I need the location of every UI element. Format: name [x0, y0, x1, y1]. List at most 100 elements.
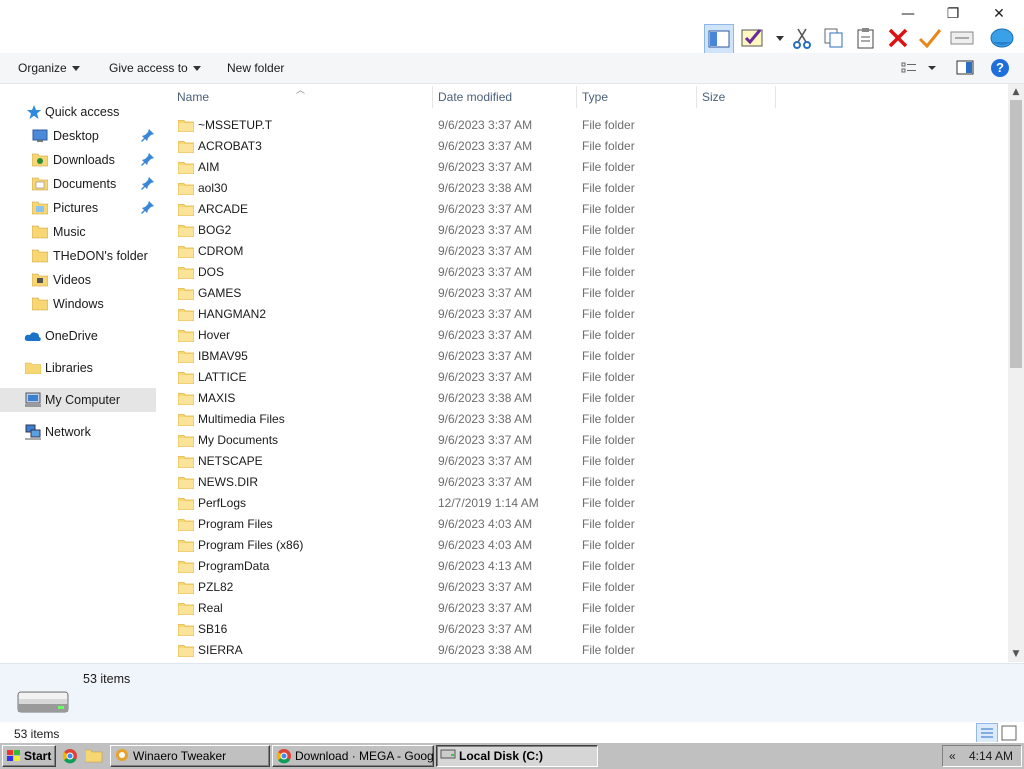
- nav-item-thedon-s-folder[interactable]: THeDON's folder: [0, 244, 156, 268]
- file-row[interactable]: My Documents 9/6/2023 3:37 AM File folder: [158, 430, 998, 451]
- nav-quick-access[interactable]: Quick access: [0, 100, 156, 124]
- file-row[interactable]: aol30 9/6/2023 3:38 AM File folder: [158, 178, 998, 199]
- maximize-button[interactable]: ❐: [941, 4, 965, 24]
- column-type[interactable]: Type: [582, 90, 608, 104]
- column-name[interactable]: Name: [177, 90, 209, 104]
- cut-icon[interactable]: [788, 24, 816, 52]
- pin-icon[interactable]: [141, 200, 155, 214]
- copy-icon[interactable]: [820, 24, 848, 52]
- taskbar-button[interactable]: Winaero Tweaker: [110, 745, 270, 767]
- scroll-down-icon[interactable]: ▼: [1011, 649, 1021, 659]
- nav-network[interactable]: Network: [0, 420, 156, 444]
- file-row[interactable]: LATTICE 9/6/2023 3:37 AM File folder: [158, 367, 998, 388]
- pin-icon[interactable]: [141, 128, 155, 142]
- preview-pane-toggle-icon[interactable]: [956, 60, 974, 79]
- file-type: File folder: [582, 391, 635, 405]
- start-button[interactable]: Start: [2, 745, 56, 767]
- file-row[interactable]: AIM 9/6/2023 3:37 AM File folder: [158, 157, 998, 178]
- file-row[interactable]: NEWS.DIR 9/6/2023 3:37 AM File folder: [158, 472, 998, 493]
- view-options-icon[interactable]: [901, 61, 941, 78]
- nav-onedrive[interactable]: OneDrive: [0, 324, 156, 348]
- nav-item-documents[interactable]: Documents: [0, 172, 156, 196]
- file-type: File folder: [582, 643, 635, 657]
- file-name: Real: [198, 601, 223, 615]
- close-button[interactable]: ✕: [987, 4, 1011, 24]
- file-row[interactable]: NETSCAPE 9/6/2023 3:37 AM File folder: [158, 451, 998, 472]
- folder-icon: [178, 561, 194, 573]
- minimize-button[interactable]: —: [896, 4, 920, 24]
- folder-icon: [178, 141, 194, 153]
- file-type: File folder: [582, 412, 635, 426]
- tray-expand-icon[interactable]: «: [949, 749, 956, 763]
- properties-check-icon[interactable]: [740, 24, 768, 52]
- quick-toolbar: [700, 22, 1024, 54]
- taskbar-button[interactable]: Download · MEGA - Googl...: [272, 745, 434, 767]
- computer-icon: [25, 392, 41, 407]
- new-folder-button[interactable]: New folder: [227, 61, 284, 75]
- paste-icon[interactable]: [852, 24, 880, 52]
- file-row[interactable]: SB16 9/6/2023 3:37 AM File folder: [158, 619, 998, 640]
- nav-item-windows[interactable]: Windows: [0, 292, 156, 316]
- taskbar-button[interactable]: Local Disk (C:): [436, 745, 598, 767]
- column-divider[interactable]: [775, 86, 776, 108]
- file-row[interactable]: Program Files 9/6/2023 4:03 AM File folder: [158, 514, 998, 535]
- file-row[interactable]: Real 9/6/2023 3:37 AM File folder: [158, 598, 998, 619]
- file-row[interactable]: Hover 9/6/2023 3:37 AM File folder: [158, 325, 998, 346]
- file-row[interactable]: MAXIS 9/6/2023 3:38 AM File folder: [158, 388, 998, 409]
- file-row[interactable]: Multimedia Files 9/6/2023 3:38 AM File fol…: [158, 409, 998, 430]
- file-row[interactable]: GAMES 9/6/2023 3:37 AM File folder: [158, 283, 998, 304]
- column-divider[interactable]: [432, 86, 433, 108]
- nav-item-pictures[interactable]: Pictures: [0, 196, 156, 220]
- file-row[interactable]: HANGMAN2 9/6/2023 3:37 AM File folder: [158, 304, 998, 325]
- scroll-up-icon[interactable]: ▲: [1011, 87, 1021, 97]
- chevron-down-icon[interactable]: [770, 24, 784, 52]
- folder-icon: [178, 477, 194, 489]
- preview-pane-icon[interactable]: [704, 24, 734, 54]
- checkmark-icon[interactable]: [916, 24, 944, 52]
- file-row[interactable]: SIERRA 9/6/2023 3:38 AM File folder: [158, 640, 998, 661]
- file-row[interactable]: Program Files (x86) 9/6/2023 4:03 AM File …: [158, 535, 998, 556]
- pin-icon[interactable]: [141, 152, 155, 166]
- taskbar-button-label: Download · MEGA - Googl...: [295, 749, 434, 763]
- file-row[interactable]: ARCADE 9/6/2023 3:37 AM File folder: [158, 199, 998, 220]
- file-row[interactable]: ~MSSETUP.T 9/6/2023 3:37 AM File folder: [158, 115, 998, 136]
- file-row[interactable]: ACROBAT3 9/6/2023 3:37 AM File folder: [158, 136, 998, 157]
- file-name: AIM: [198, 160, 220, 174]
- folder-icon: [178, 603, 194, 615]
- rename-icon[interactable]: [948, 24, 976, 52]
- nav-item-videos[interactable]: Videos: [0, 268, 156, 292]
- file-row[interactable]: IBMAV95 9/6/2023 3:37 AM File folder: [158, 346, 998, 367]
- organize-button[interactable]: Organize: [18, 61, 80, 75]
- folder-icon[interactable]: [85, 749, 103, 763]
- nav-item-desktop[interactable]: Desktop: [0, 124, 156, 148]
- details-view-icon[interactable]: [976, 723, 998, 743]
- chrome-icon[interactable]: [62, 748, 78, 764]
- column-divider[interactable]: [576, 86, 577, 108]
- pin-icon[interactable]: [141, 176, 155, 190]
- nav-item-music[interactable]: Music: [0, 220, 156, 244]
- nav-my-computer[interactable]: My Computer: [0, 388, 156, 412]
- nav-item-downloads[interactable]: Downloads: [0, 148, 156, 172]
- file-row[interactable]: ProgramData 9/6/2023 4:13 AM File folder: [158, 556, 998, 577]
- globe-icon[interactable]: [988, 24, 1016, 52]
- scrollbar-thumb[interactable]: [1010, 100, 1022, 368]
- folder-icon: [178, 183, 194, 195]
- column-size[interactable]: Size: [702, 90, 725, 104]
- clock[interactable]: 4:14 AM: [969, 749, 1013, 763]
- column-divider[interactable]: [696, 86, 697, 108]
- delete-icon[interactable]: [884, 24, 912, 52]
- file-row[interactable]: BOG2 9/6/2023 3:37 AM File folder: [158, 220, 998, 241]
- status-bar: 53 items: [0, 722, 1024, 743]
- give-access-button[interactable]: Give access to: [109, 61, 201, 75]
- file-row[interactable]: DOS 9/6/2023 3:37 AM File folder: [158, 262, 998, 283]
- file-row[interactable]: PZL82 9/6/2023 3:37 AM File folder: [158, 577, 998, 598]
- file-row[interactable]: CDROM 9/6/2023 3:37 AM File folder: [158, 241, 998, 262]
- help-icon[interactable]: ?: [991, 59, 1009, 77]
- navigation-pane: Quick access Desktop Downloads Documents Pi…: [0, 84, 158, 662]
- file-row[interactable]: PerfLogs 12/7/2019 1:14 AM File folder: [158, 493, 998, 514]
- file-type: File folder: [582, 223, 635, 237]
- vertical-scrollbar[interactable]: ▲ ▼: [1008, 84, 1024, 662]
- folder-icon: [178, 309, 194, 321]
- nav-libraries[interactable]: Libraries: [0, 356, 156, 380]
- column-date[interactable]: Date modified: [438, 90, 512, 104]
